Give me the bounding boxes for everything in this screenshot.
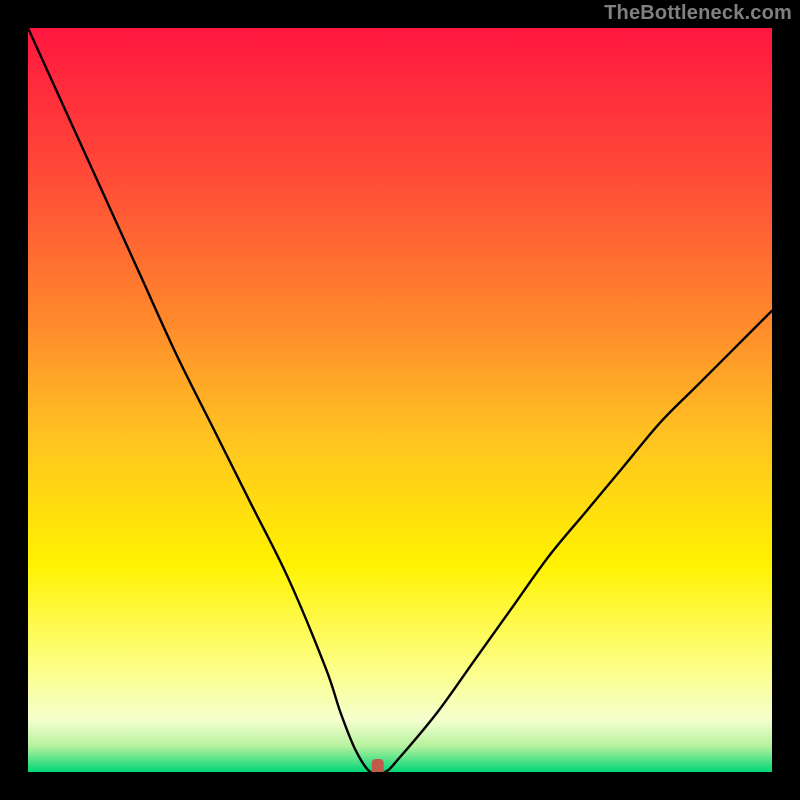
optimal-marker	[372, 759, 384, 772]
plot-area	[28, 28, 772, 772]
chart-frame: TheBottleneck.com	[0, 0, 800, 800]
gradient-background	[28, 28, 772, 772]
chart-svg	[28, 28, 772, 772]
watermark-text: TheBottleneck.com	[604, 2, 792, 25]
